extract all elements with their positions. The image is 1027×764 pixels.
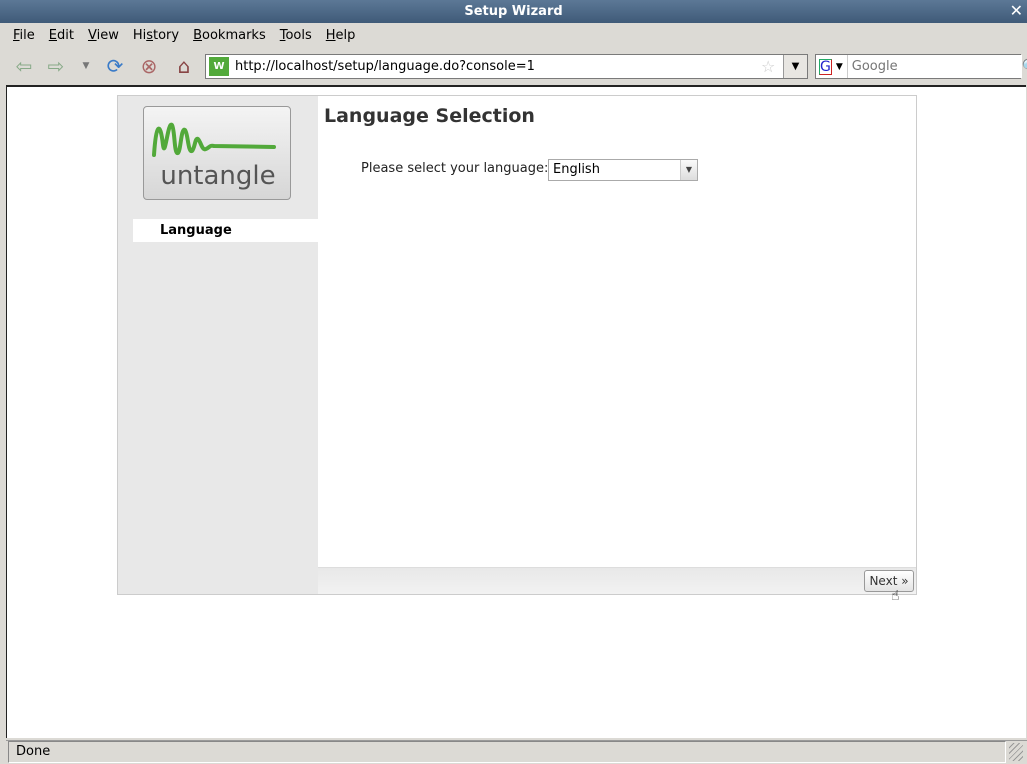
url-text[interactable]: http://localhost/setup/language.do?conso… [233,59,761,74]
menu-edit[interactable]: Edit [42,28,81,43]
untangle-logo: untangle [143,106,291,200]
wizard-footer [318,567,916,594]
logo-text: untangle [160,161,276,191]
page-title: Language Selection [324,105,535,127]
search-box: G ▼ 🔍 [815,54,1027,79]
home-icon[interactable]: ⌂ [172,54,196,78]
menu-file[interactable]: File [6,28,42,43]
language-label: Please select your language: [361,161,549,176]
back-icon[interactable]: ⇦ [12,54,36,78]
setup-wizard-panel: untangle Language Language Selection Ple… [117,95,917,595]
menu-tools[interactable]: Tools [273,28,319,43]
next-button[interactable]: Next » [864,570,914,592]
hand-cursor-icon: ☝ [891,588,900,604]
language-selected-value[interactable]: English [549,160,680,180]
search-input[interactable] [846,55,1022,78]
status-text: Done [8,741,1006,763]
resize-grip-icon[interactable] [1009,743,1023,761]
google-engine-icon[interactable]: G [819,58,832,75]
history-dropdown-icon[interactable]: ▼ [74,54,98,78]
close-window-icon[interactable]: ✕ [1010,0,1023,22]
chevron-down-icon[interactable]: ▼ [680,160,697,180]
sidebar-item-language[interactable]: Language [133,219,318,242]
forward-icon[interactable]: ⇨ [44,54,68,78]
status-bar: Done [6,740,1027,764]
menu-history[interactable]: History [126,28,186,43]
url-dropdown-icon[interactable]: ▼ [783,55,807,78]
window-titlebar: Setup Wizard [0,0,1027,23]
site-favicon-icon: W [209,57,229,76]
search-icon[interactable]: 🔍 [1022,59,1027,75]
window-title: Setup Wizard [464,4,563,19]
language-select[interactable]: English ▼ [548,159,698,181]
engine-dropdown-icon[interactable]: ▼ [836,62,843,72]
reload-icon[interactable]: ⟳ [103,54,127,78]
wizard-sidebar: untangle Language [118,96,318,594]
stop-icon[interactable]: ⊗ [137,54,161,78]
menu-help[interactable]: Help [319,28,363,43]
menu-bar: File Edit View History Bookmarks Tools H… [6,24,1027,46]
logo-wave-icon [152,122,276,157]
bookmark-star-icon[interactable]: ☆ [761,57,783,76]
menu-view[interactable]: View [81,28,126,43]
url-bar[interactable]: W http://localhost/setup/language.do?con… [205,54,808,79]
menu-bookmarks[interactable]: Bookmarks [186,28,273,43]
